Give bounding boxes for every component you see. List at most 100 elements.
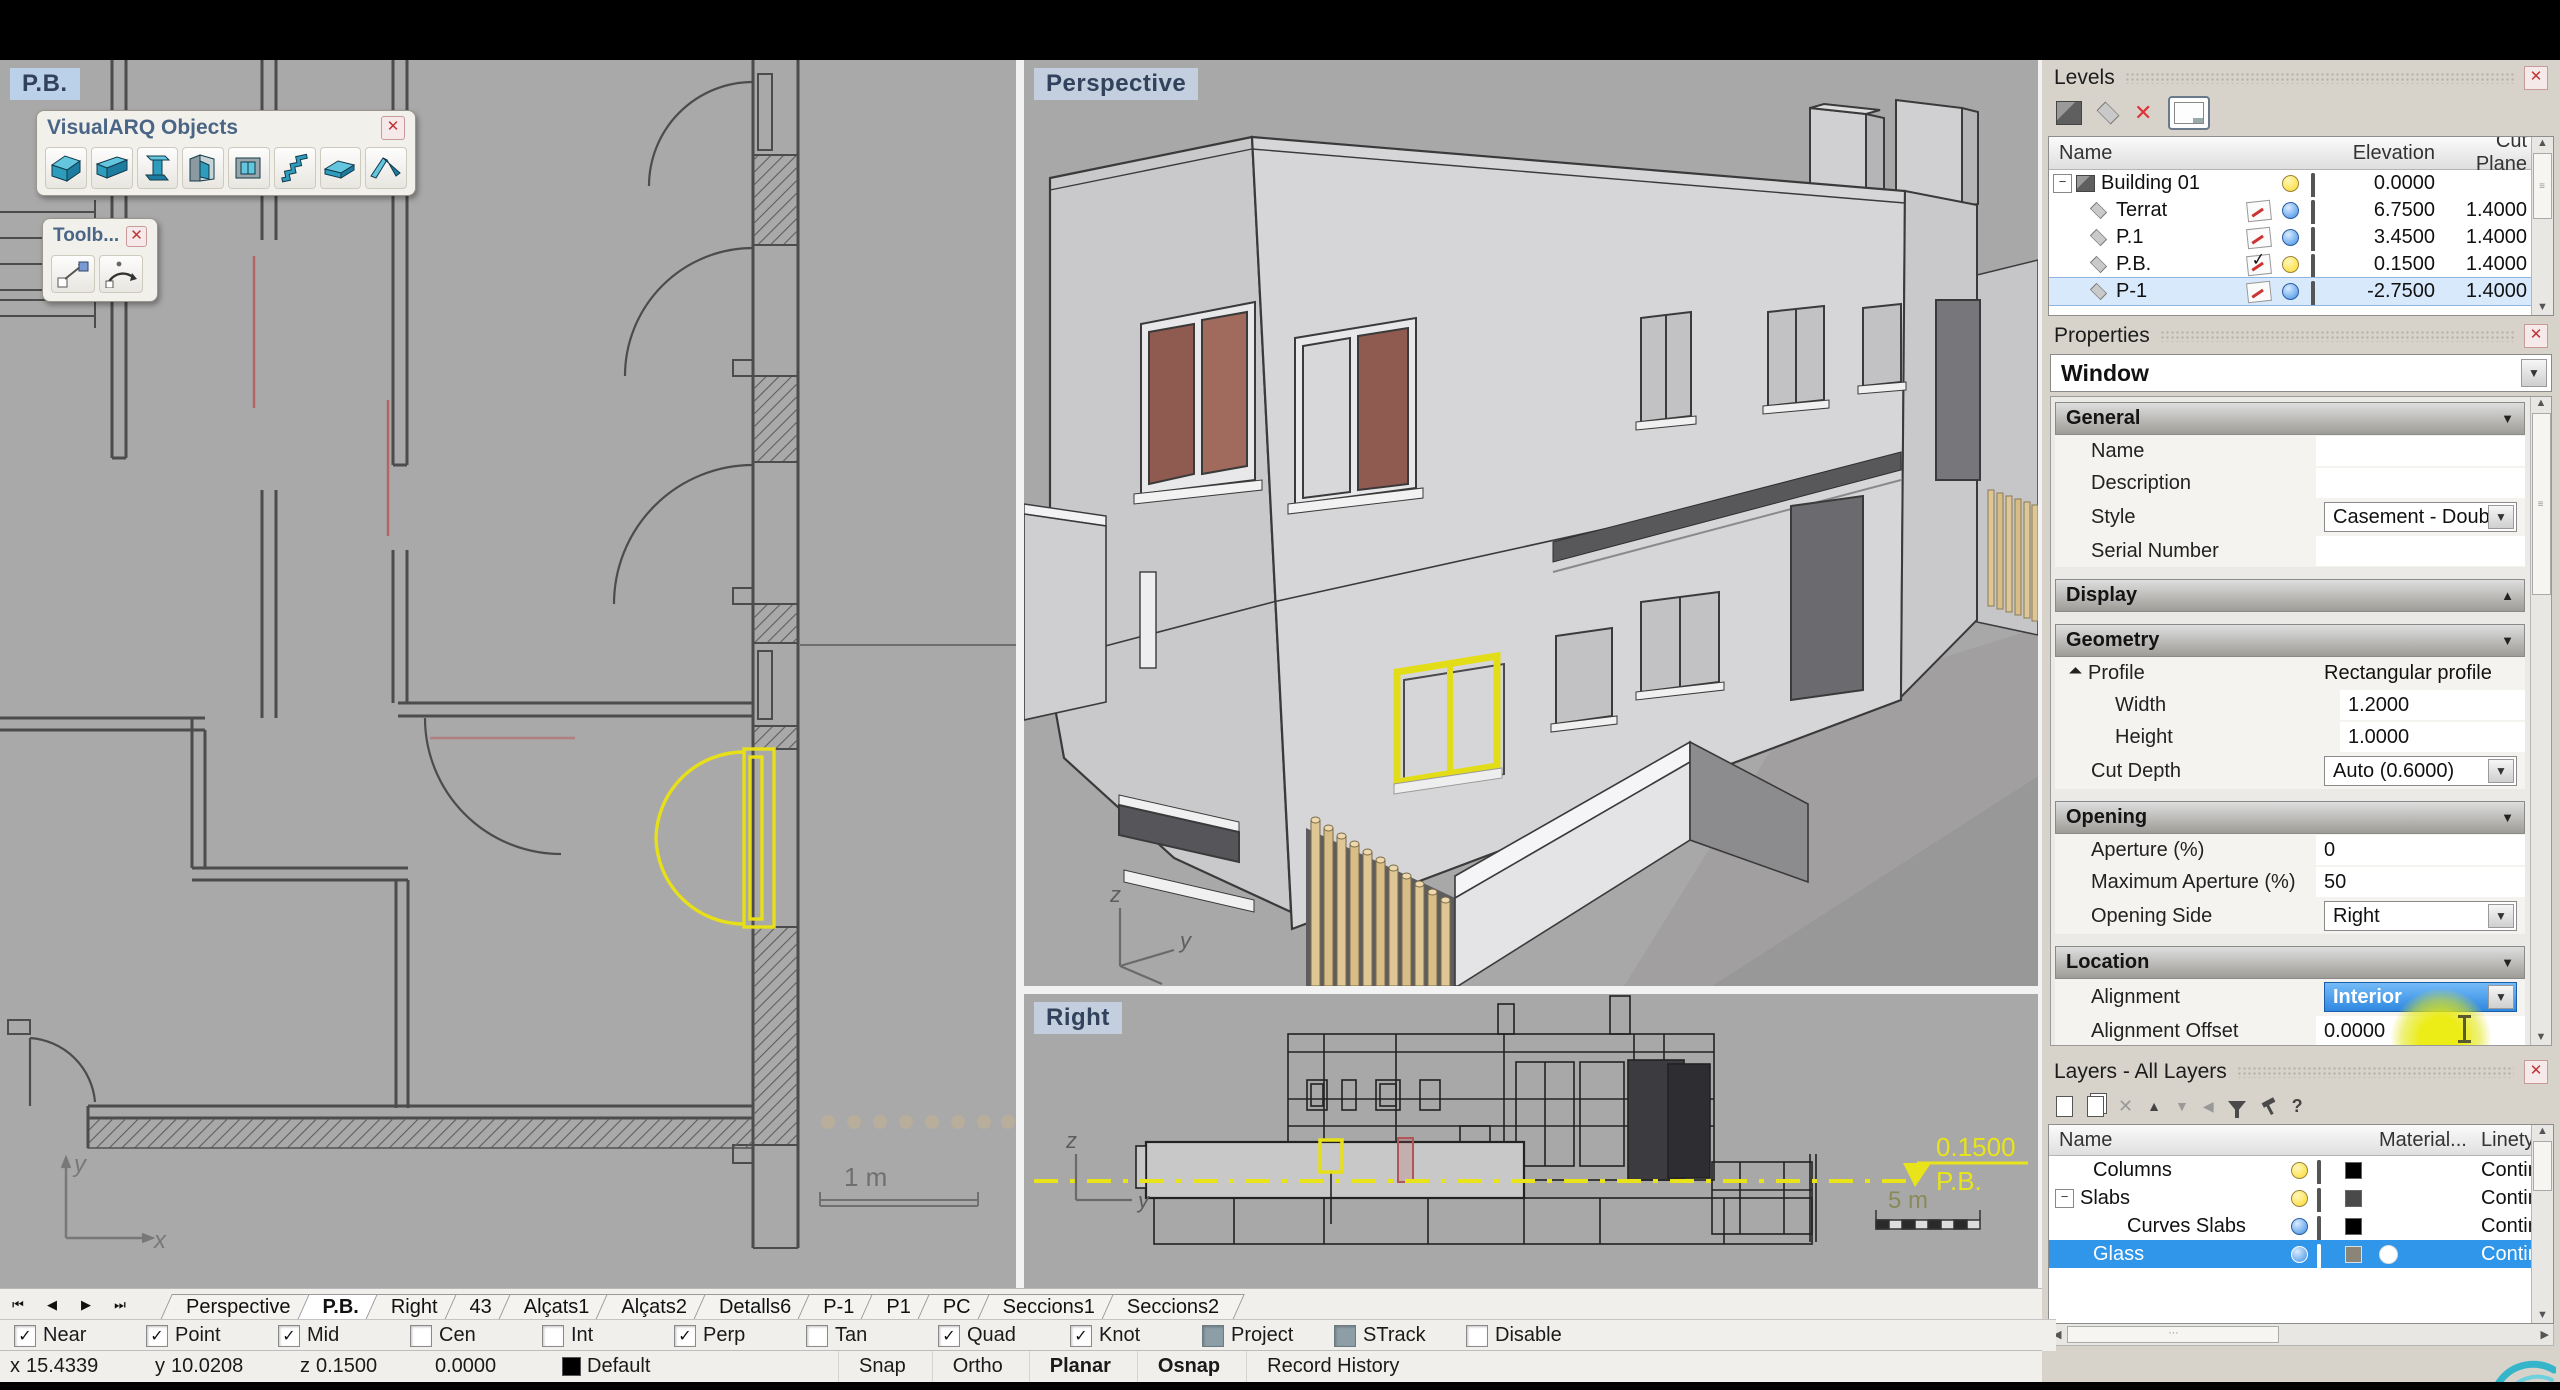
help-icon[interactable]: ? xyxy=(2292,1096,2303,1117)
layer-color-swatch[interactable] xyxy=(2345,1162,2362,1179)
set-current-level-icon[interactable] xyxy=(2246,199,2272,221)
osnap-strack[interactable]: STrack xyxy=(1334,1324,1466,1347)
rotate-tool-button[interactable] xyxy=(99,255,143,293)
bulb-off-icon[interactable] xyxy=(2291,1218,2308,1235)
current-layer[interactable]: Default xyxy=(562,1351,650,1382)
expander-icon[interactable] xyxy=(2069,667,2082,680)
chevron-down-icon[interactable] xyxy=(2488,904,2514,928)
checkbox[interactable] xyxy=(1070,1325,1092,1347)
checkbox[interactable] xyxy=(146,1325,168,1347)
section-geometry[interactable]: Geometry xyxy=(2055,624,2525,657)
lock-open-icon[interactable] xyxy=(2317,1162,2333,1179)
bulb-off-icon[interactable] xyxy=(2282,202,2299,219)
tab-perspective[interactable]: Perspective xyxy=(166,1294,311,1320)
first-tab-button[interactable]: ⏮ xyxy=(4,1292,32,1318)
level-row[interactable]: Terrat 6.7500 1.4000 xyxy=(2049,197,2553,224)
new-layer-icon[interactable] xyxy=(2056,1096,2073,1117)
layers-col-material[interactable]: Material... xyxy=(2379,1129,2467,1152)
checkbox[interactable] xyxy=(410,1325,432,1347)
layer-color-swatch[interactable] xyxy=(2345,1218,2362,1235)
tab-seccions1[interactable]: Seccions1 xyxy=(983,1294,1115,1320)
osnap-tan[interactable]: Tan xyxy=(806,1324,938,1347)
level-row[interactable]: Building 01 0.0000 xyxy=(2049,170,2553,197)
width-field[interactable]: 1.2000 xyxy=(2340,690,2525,720)
layer-color-swatch[interactable] xyxy=(2345,1190,2362,1207)
opening-side-dropdown[interactable]: Right xyxy=(2324,901,2517,931)
lock-open-icon[interactable] xyxy=(2317,1218,2333,1235)
bulb-off-icon[interactable] xyxy=(2282,283,2299,300)
layers-hscrollbar[interactable]: ◀⋯▶ xyxy=(2048,1324,2554,1346)
alignment-dropdown[interactable]: Interior xyxy=(2324,982,2517,1012)
checkbox[interactable] xyxy=(1334,1325,1356,1347)
aperture-field[interactable]: 0 xyxy=(2316,835,2525,865)
next-tab-button[interactable]: ▶ xyxy=(72,1292,100,1318)
checkbox[interactable] xyxy=(278,1325,300,1347)
level-manager-button[interactable] xyxy=(2168,96,2210,130)
viewport-splitter-horizontal[interactable] xyxy=(1024,986,2038,994)
osnap-cen[interactable]: Cen xyxy=(410,1324,542,1347)
layer-row[interactable]: Slabs Continuous xyxy=(2049,1184,2553,1212)
perspective-drawing[interactable]: z y x xyxy=(1024,60,2038,986)
osnap-perp[interactable]: Perp xyxy=(674,1324,806,1347)
chevron-down-icon[interactable] xyxy=(2521,359,2547,387)
layers-col-name[interactable]: Name xyxy=(2049,1129,2112,1152)
section-display[interactable]: Display xyxy=(2055,579,2525,612)
tab-detalls6[interactable]: Detalls6 xyxy=(699,1294,811,1320)
perspective-viewport-label[interactable]: Perspective xyxy=(1034,68,1198,100)
bulb-off-icon[interactable] xyxy=(2291,1246,2308,1263)
plan-viewport-label[interactable]: P.B. xyxy=(10,68,80,100)
window-tool-button[interactable] xyxy=(228,147,270,189)
wall-tool-button[interactable] xyxy=(45,147,87,189)
levels-scrollbar[interactable]: ▲≡▼ xyxy=(2531,137,2553,315)
toggle-osnap[interactable]: Osnap xyxy=(1137,1351,1240,1382)
door-tool-button[interactable] xyxy=(182,147,224,189)
move-down-icon[interactable]: ▼ xyxy=(2175,1098,2189,1114)
delete-layer-icon[interactable]: ✕ xyxy=(2118,1096,2133,1117)
toggle-snap[interactable]: Snap xyxy=(838,1351,926,1382)
toggle-ortho[interactable]: Ortho xyxy=(932,1351,1023,1382)
tab-alcats1[interactable]: Alçats1 xyxy=(504,1294,610,1320)
right-elevation-drawing[interactable]: 0.1500 P.B. 5 m z y xyxy=(1024,994,2038,1288)
bulb-off-icon[interactable] xyxy=(2282,229,2299,246)
tab-seccions2[interactable]: Seccions2 xyxy=(1107,1294,1239,1320)
level-row[interactable]: P-1 -2.7500 1.4000 xyxy=(2049,278,2553,305)
checkbox[interactable] xyxy=(542,1325,564,1347)
osnap-point[interactable]: Point xyxy=(146,1324,278,1347)
collapse-icon[interactable] xyxy=(2053,174,2072,193)
layer-row[interactable]: Columns Continuous xyxy=(2049,1156,2553,1184)
close-icon[interactable]: ✕ xyxy=(2524,1060,2548,1084)
building-icon[interactable] xyxy=(2056,101,2082,125)
section-general[interactable]: General xyxy=(2055,402,2525,435)
panel-drag-area[interactable] xyxy=(2237,1066,2514,1078)
levels-col-elevation[interactable]: Elevation xyxy=(2325,142,2435,165)
tab-alcats2[interactable]: Alçats2 xyxy=(601,1294,707,1320)
beam-tool-button[interactable] xyxy=(91,147,133,189)
checkbox[interactable] xyxy=(806,1325,828,1347)
lock-open-icon[interactable] xyxy=(2317,1246,2333,1263)
properties-scrollbar[interactable]: ▲≡▼ xyxy=(2530,397,2551,1045)
level-row[interactable]: P.1 3.4500 1.4000 xyxy=(2049,224,2553,251)
layers-vscrollbar[interactable]: ▲▼ xyxy=(2531,1125,2553,1323)
alignment-offset-field[interactable]: 0.0000 xyxy=(2316,1016,2525,1045)
osnap-mid[interactable]: Mid xyxy=(278,1324,410,1347)
max-aperture-field[interactable]: 50 xyxy=(2316,867,2525,897)
osnap-disable[interactable]: Disable xyxy=(1466,1324,1598,1347)
panel-drag-area[interactable] xyxy=(2160,330,2514,342)
name-field[interactable] xyxy=(2316,436,2525,466)
slab-tool-button[interactable] xyxy=(320,147,362,189)
osnap-int[interactable]: Int xyxy=(542,1324,674,1347)
levels-col-name[interactable]: Name xyxy=(2049,142,2112,165)
column-tool-button[interactable] xyxy=(137,147,179,189)
stair-tool-button[interactable] xyxy=(274,147,316,189)
lock-open-icon[interactable] xyxy=(2317,1190,2333,1207)
checkbox[interactable] xyxy=(14,1325,36,1347)
close-icon[interactable]: ✕ xyxy=(381,116,405,140)
tools-icon[interactable] xyxy=(2260,1097,2278,1115)
chevron-down-icon[interactable] xyxy=(2488,505,2514,529)
right-viewport-label[interactable]: Right xyxy=(1034,1002,1122,1034)
level-row[interactable]: P.B. 0.1500 1.4000 xyxy=(2049,251,2553,278)
set-current-level-icon[interactable] xyxy=(2246,280,2272,302)
cut-depth-dropdown[interactable]: Auto (0.6000) xyxy=(2324,756,2517,786)
layer-color-swatch[interactable] xyxy=(2345,1246,2362,1263)
bulb-on-icon[interactable] xyxy=(2291,1190,2308,1207)
